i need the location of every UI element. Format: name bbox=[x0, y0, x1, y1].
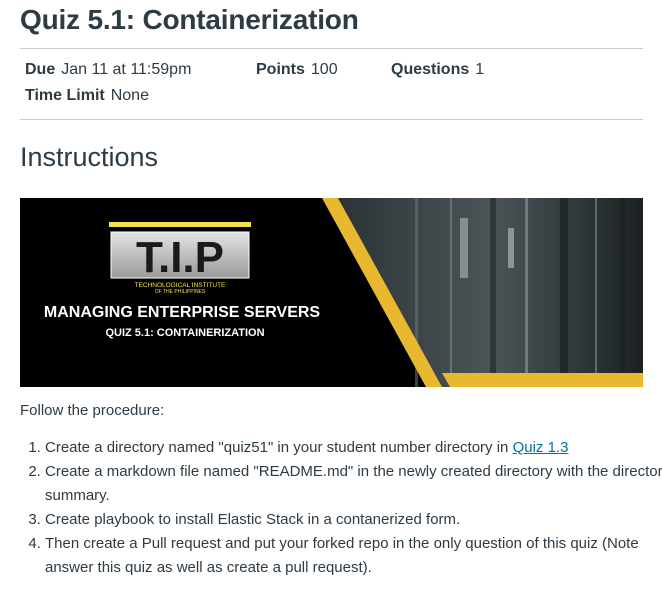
list-item: Then create a Pull request and put your … bbox=[45, 532, 662, 580]
due-label: Due bbox=[25, 61, 56, 78]
list-item: Create a directory named "quiz51" in you… bbox=[45, 436, 662, 460]
points-value: 100 bbox=[310, 61, 338, 78]
step-2-text: Create a markdown file named "README.md"… bbox=[45, 463, 662, 504]
step-1-text: Create a directory named "quiz51" in you… bbox=[45, 439, 513, 456]
instructions-heading: Instructions bbox=[20, 142, 159, 172]
quiz-banner-image: T.I.P TECHNOLOGICAL INSTITUTE OF THE PHI… bbox=[20, 198, 643, 387]
title-divider bbox=[20, 48, 643, 49]
time-limit-label: Time Limit bbox=[25, 87, 105, 104]
details-divider bbox=[20, 119, 643, 120]
due-detail: Due Jan 11 at 11:59pm bbox=[25, 61, 191, 79]
banner-quiz-subtitle: QUIZ 5.1: CONTAINERIZATION bbox=[105, 327, 264, 339]
list-item: Create playbook to install Elastic Stack… bbox=[45, 508, 662, 532]
questions-value: 1 bbox=[475, 61, 485, 78]
questions-detail: Questions 1 bbox=[391, 61, 484, 79]
list-item: Create a markdown file named "README.md"… bbox=[45, 460, 662, 508]
instructions-lead: Follow the procedure: bbox=[20, 402, 165, 419]
points-label: Points bbox=[256, 61, 305, 78]
time-limit-detail: Time Limit None bbox=[25, 87, 149, 105]
quiz-1-3-link[interactable]: Quiz 1.3 bbox=[513, 439, 569, 456]
procedure-steps: Create a directory named "quiz51" in you… bbox=[20, 436, 662, 580]
page-title: Quiz 5.1: Containerization bbox=[20, 4, 359, 35]
points-detail: Points 100 bbox=[256, 61, 338, 79]
due-value: Jan 11 at 11:59pm bbox=[61, 61, 192, 78]
tip-logo-text: T.I.P bbox=[136, 233, 224, 282]
questions-label: Questions bbox=[391, 61, 470, 78]
institute-line-1: TECHNOLOGICAL INSTITUTE bbox=[135, 282, 226, 289]
time-limit-value: None bbox=[110, 87, 149, 104]
step-4-text: Then create a Pull request and put your … bbox=[45, 535, 639, 576]
institute-line-2: OF THE PHILIPPINES bbox=[155, 289, 206, 295]
step-3-text: Create playbook to install Elastic Stack… bbox=[45, 511, 461, 528]
banner-course-title: MANAGING ENTERPRISE SERVERS bbox=[44, 304, 321, 321]
